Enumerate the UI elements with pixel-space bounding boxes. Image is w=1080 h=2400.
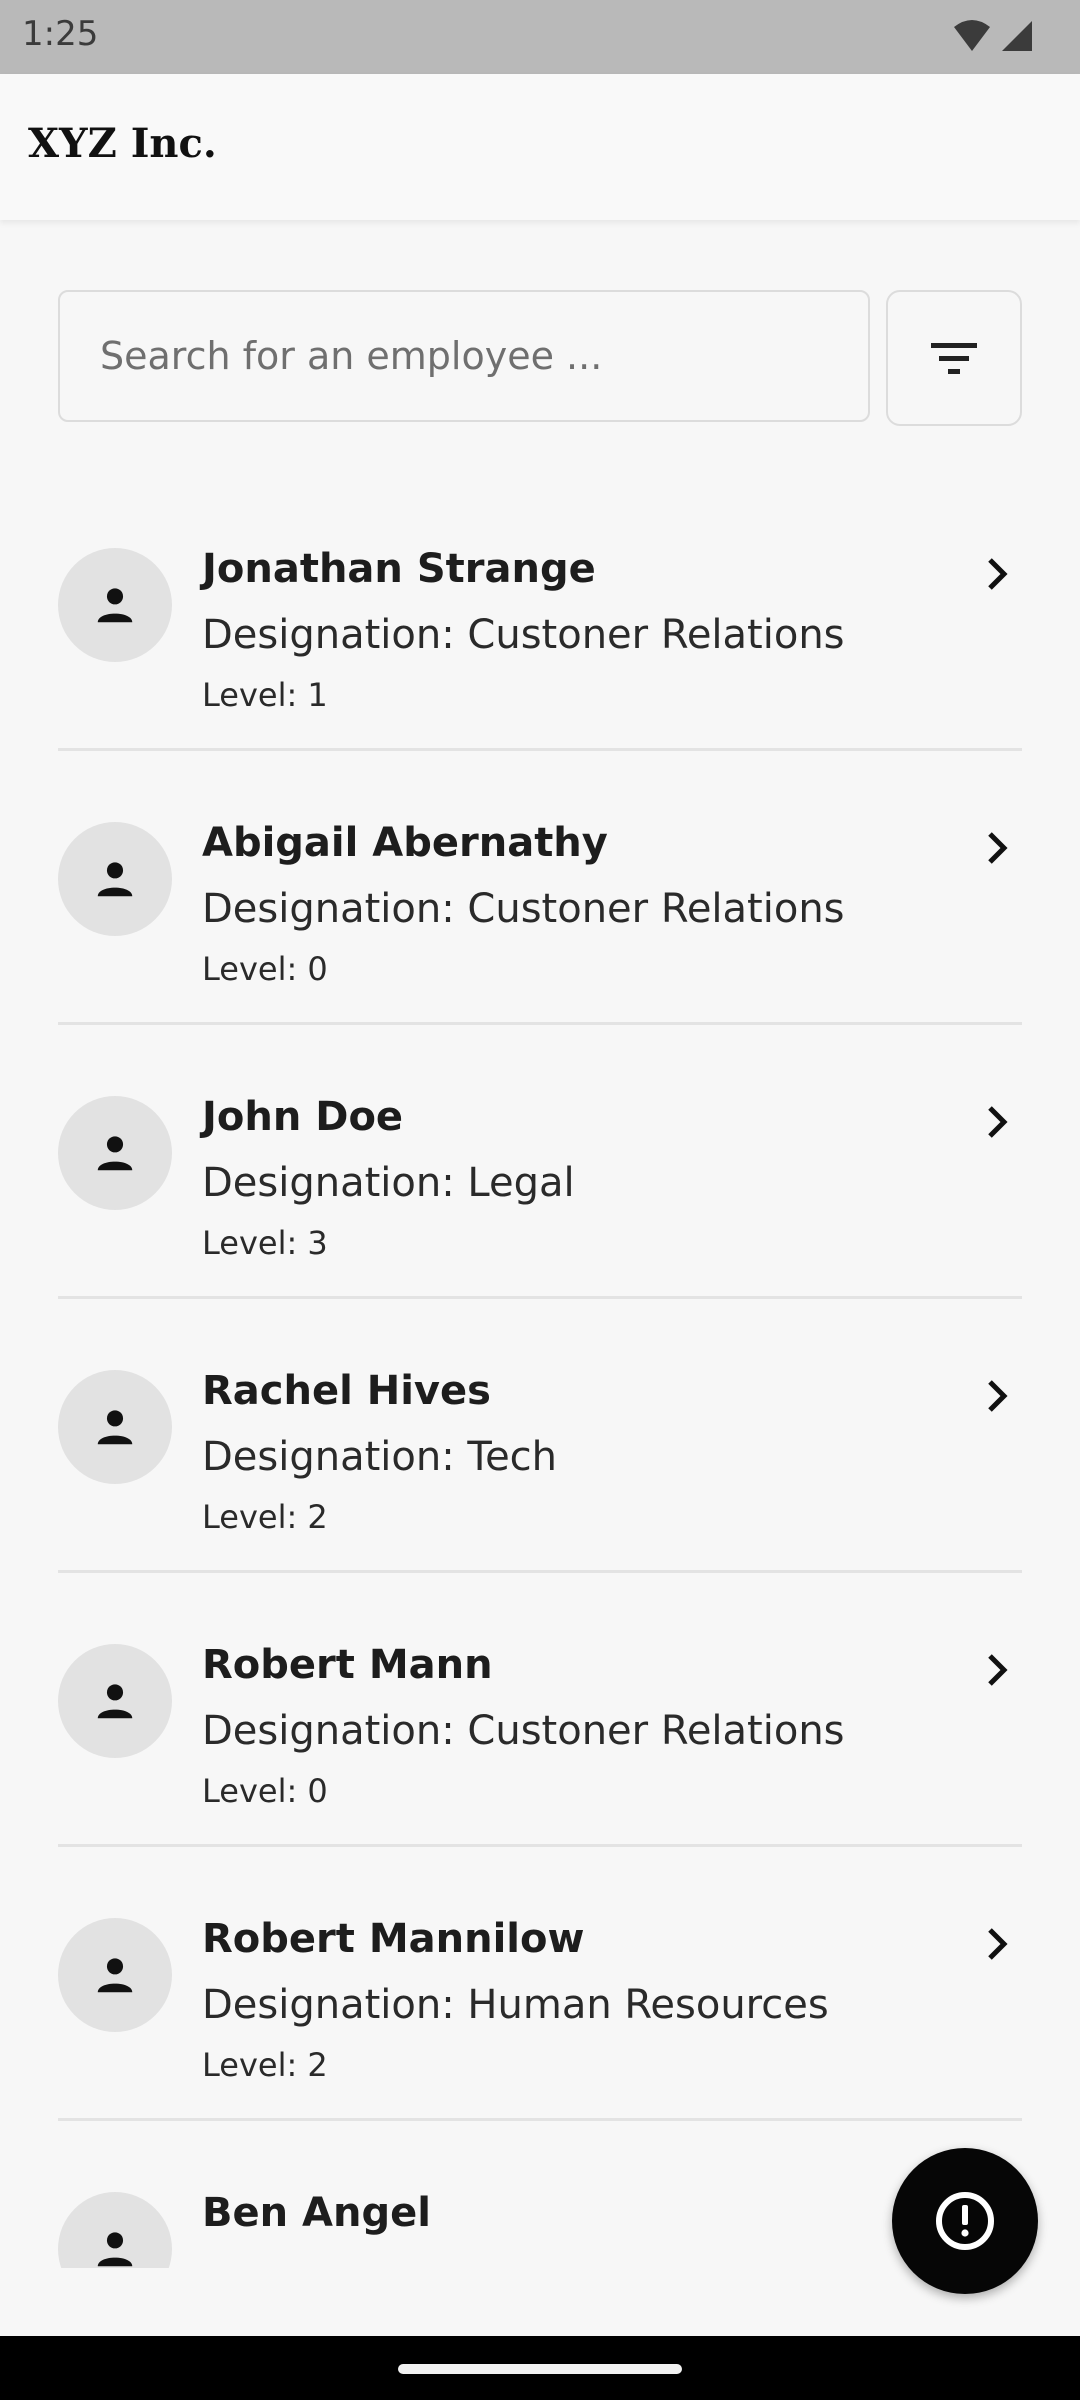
- employee-card[interactable]: Robert Mann Designation: Custoner Relati…: [0, 1606, 1080, 1880]
- employee-name: Robert Mannilow: [202, 1916, 585, 1962]
- search-box[interactable]: [58, 290, 870, 422]
- divider: [58, 1570, 1022, 1573]
- employee-card[interactable]: Jonathan Strange Designation: Custoner R…: [0, 510, 1080, 784]
- divider: [58, 748, 1022, 751]
- chevron-right-icon[interactable]: [982, 1376, 1012, 1416]
- employee-designation: Designation: Custoner Relations: [202, 612, 845, 658]
- person-icon: [97, 588, 133, 623]
- wifi-icon: [954, 20, 990, 51]
- employee-level: Level: 3: [202, 1224, 328, 1262]
- person-icon: [97, 1136, 133, 1171]
- app-bar: XYZ Inc.: [0, 74, 1080, 220]
- divider: [58, 1296, 1022, 1299]
- alert-fab-button[interactable]: [892, 2148, 1038, 2294]
- divider: [58, 1844, 1022, 1847]
- employee-card[interactable]: John Doe Designation: Legal Level: 3: [0, 1058, 1080, 1332]
- employee-designation: Designation: Human Resources: [202, 1982, 829, 2028]
- employee-designation: Designation: Custoner Relations: [202, 1708, 845, 1754]
- avatar: [58, 1370, 172, 1484]
- status-bar: 1:25: [0, 0, 1080, 74]
- avatar: [58, 1096, 172, 1210]
- employee-name: Robert Mann: [202, 1642, 493, 1688]
- person-icon: [97, 862, 133, 897]
- employee-designation: Designation: Legal: [202, 1160, 575, 1206]
- employee-name: Ben Angel: [202, 2190, 431, 2236]
- avatar: [58, 1918, 172, 2032]
- alert-exclamation-icon: [936, 2192, 994, 2250]
- chevron-right-icon[interactable]: [982, 554, 1012, 594]
- employee-level: Level: 0: [202, 950, 328, 988]
- chevron-right-icon[interactable]: [982, 1924, 1012, 1964]
- employee-card[interactable]: Robert Mannilow Designation: Human Resou…: [0, 1880, 1080, 2154]
- employee-name: Abigail Abernathy: [202, 820, 608, 866]
- person-icon: [97, 1958, 133, 1993]
- chevron-right-icon[interactable]: [982, 1102, 1012, 1142]
- avatar: [58, 1644, 172, 1758]
- person-icon: [97, 1684, 133, 1719]
- app-title: XYZ Inc.: [28, 120, 217, 167]
- employee-list[interactable]: Jonathan Strange Designation: Custoner R…: [0, 510, 1080, 2268]
- avatar: [58, 2192, 172, 2268]
- status-icons: [952, 18, 1034, 54]
- person-icon: [97, 1410, 133, 1445]
- avatar: [58, 822, 172, 936]
- employee-level: Level: 2: [202, 2046, 328, 2084]
- employee-designation: Designation: Tech: [202, 1434, 558, 1480]
- cellular-signal-icon: [1002, 21, 1032, 51]
- divider: [58, 2118, 1022, 2121]
- employee-level: Level: 2: [202, 1498, 328, 1536]
- employee-level: Level: 1: [202, 676, 328, 714]
- employee-name: John Doe: [202, 1094, 404, 1140]
- filter-button[interactable]: [886, 290, 1022, 426]
- filter-icon: [931, 343, 977, 374]
- home-gesture-handle[interactable]: [398, 2364, 682, 2374]
- chevron-right-icon[interactable]: [982, 828, 1012, 868]
- employee-name: Rachel Hives: [202, 1368, 491, 1414]
- search-input[interactable]: [100, 292, 840, 420]
- employee-designation: Designation: Custoner Relations: [202, 886, 845, 932]
- employee-level: Level: 0: [202, 1772, 328, 1810]
- employee-card[interactable]: Rachel Hives Designation: Tech Level: 2: [0, 1332, 1080, 1606]
- divider: [58, 1022, 1022, 1025]
- employee-card[interactable]: Abigail Abernathy Designation: Custoner …: [0, 784, 1080, 1058]
- chevron-right-icon[interactable]: [982, 1650, 1012, 1690]
- avatar: [58, 548, 172, 662]
- person-icon: [97, 2232, 133, 2267]
- employee-name: Jonathan Strange: [202, 546, 596, 592]
- status-time: 1:25: [22, 14, 99, 54]
- navigation-bar: [0, 2336, 1080, 2400]
